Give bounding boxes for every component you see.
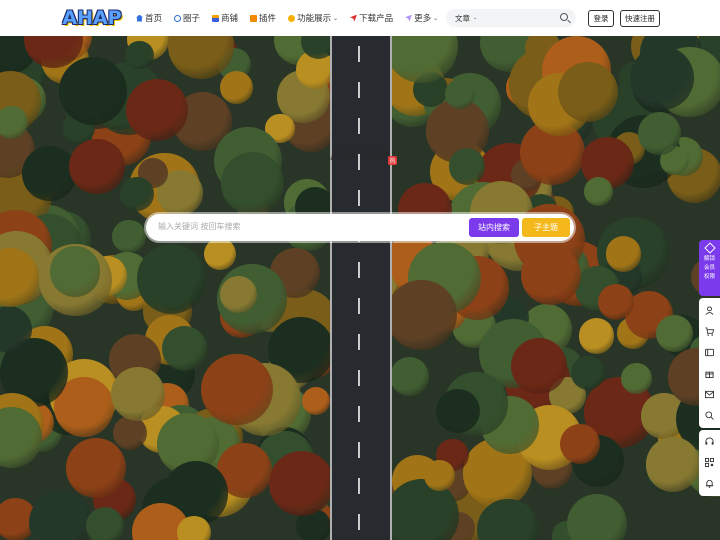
vip-unlock-tab[interactable]: 解锁 会员 权限: [699, 240, 720, 296]
wallet-icon[interactable]: [705, 348, 714, 357]
search-icon[interactable]: [560, 13, 568, 21]
home-icon: [136, 14, 143, 22]
qrcode-icon[interactable]: [705, 458, 714, 467]
nav-label: 下载产品: [359, 14, 394, 24]
hero-overlay: [0, 36, 720, 540]
nav-item-home[interactable]: 首页: [136, 12, 162, 24]
main-nav: 首页 圈子 商铺 插件 功能展示 ⌄ 下载产品 更多 ⌄: [136, 0, 450, 36]
chevron-down-icon: ⌄: [433, 14, 439, 22]
hero-title: AHAP: [330, 146, 393, 164]
hero-search-bar[interactable]: 输入关键词 按回车搜索 站内搜索 子主题: [146, 214, 574, 241]
search-type-select[interactable]: 文章: [455, 13, 470, 24]
register-button[interactable]: 快速注册: [620, 10, 660, 27]
more-icon: [405, 14, 413, 22]
nav-label: 插件: [259, 14, 277, 24]
nav-label: 商铺: [221, 14, 239, 24]
login-button[interactable]: 登录: [588, 10, 614, 27]
site-header: AHAP 首页 圈子 商铺 插件 功能展示 ⌄ 下载产品 更多 ⌄ 文章 ⌄ 登…: [0, 0, 720, 36]
hero-search-input[interactable]: 输入关键词 按回车搜索: [158, 221, 241, 232]
nav-label: 圈子: [183, 14, 201, 24]
nav-item-more[interactable]: 更多 ⌄: [405, 12, 438, 24]
hot-badge: 热: [388, 156, 397, 165]
hero-banner: AHAP 热 输入关键词 按回车搜索 站内搜索 子主题: [0, 36, 720, 540]
chevron-down-icon: ⌄: [473, 15, 478, 21]
mail-icon[interactable]: [705, 390, 714, 399]
nav-label: 功能展示: [297, 14, 332, 24]
nav-item-circle[interactable]: 圈子: [174, 12, 200, 24]
nav-label: 更多: [414, 14, 432, 24]
plane-icon: [350, 14, 358, 22]
nav-item-features[interactable]: 功能展示 ⌄: [288, 12, 338, 24]
search-icon[interactable]: [705, 411, 714, 420]
site-logo[interactable]: AHAP: [60, 5, 124, 31]
globe-icon: [174, 14, 182, 22]
feature-icon: [288, 14, 296, 22]
vip-line: 会员: [703, 265, 715, 271]
cart-icon[interactable]: [705, 327, 714, 336]
nav-label: 首页: [145, 14, 163, 24]
nav-item-download[interactable]: 下载产品: [350, 12, 393, 24]
vip-line: 权限: [703, 274, 715, 280]
child-theme-button[interactable]: 子主题: [522, 218, 570, 237]
side-toolbar-secondary: [699, 430, 720, 496]
store-icon: [212, 14, 220, 22]
header-search[interactable]: 文章 ⌄: [446, 9, 576, 27]
bell-icon[interactable]: [705, 479, 714, 488]
chevron-down-icon: ⌄: [333, 14, 339, 22]
diamond-icon: [703, 242, 716, 254]
site-search-button[interactable]: 站内搜索: [469, 218, 519, 237]
nav-item-store[interactable]: 商铺: [212, 12, 238, 24]
headset-icon[interactable]: [705, 437, 714, 446]
plugin-icon: [250, 14, 258, 22]
gift-icon[interactable]: [705, 369, 714, 378]
nav-item-plugins[interactable]: 插件: [250, 12, 276, 24]
vip-line: 解锁: [703, 256, 715, 262]
user-icon[interactable]: [705, 306, 714, 315]
side-toolbar: [699, 298, 720, 428]
logo-text: AHAP: [62, 7, 122, 29]
